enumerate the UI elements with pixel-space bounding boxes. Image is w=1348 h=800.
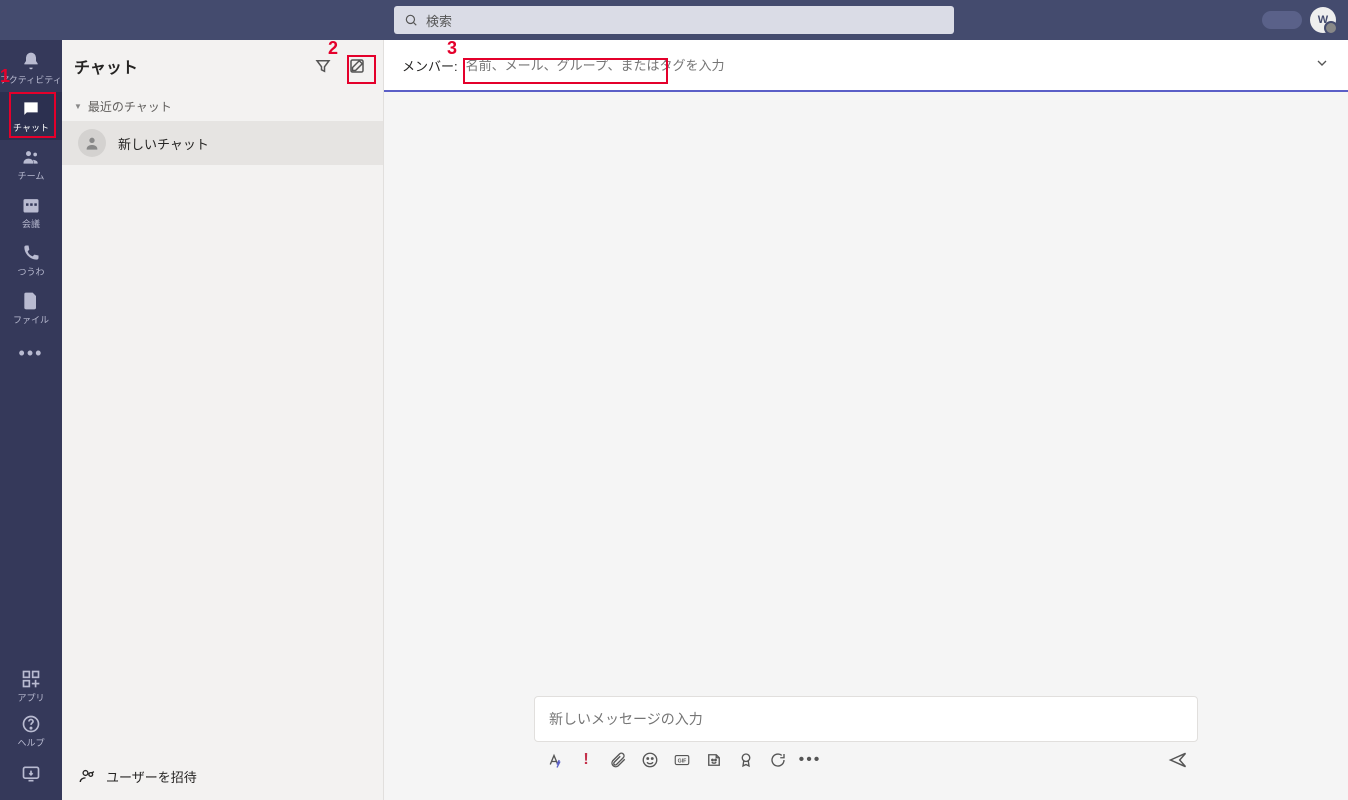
gif-icon: GIF: [673, 751, 691, 769]
title-right: W: [1262, 7, 1336, 33]
global-search[interactable]: 検索: [394, 6, 954, 34]
rail-activity-label: アクティビティ: [0, 73, 61, 86]
rail-chat[interactable]: チャット: [0, 92, 62, 140]
search-placeholder: 検索: [426, 11, 452, 30]
emoji-button[interactable]: [636, 746, 664, 774]
rail-files[interactable]: ファイル: [0, 284, 62, 332]
priority-button[interactable]: !: [572, 746, 600, 774]
invite-icon: [78, 767, 96, 785]
chevron-down-icon: ▼: [74, 102, 82, 111]
org-switcher[interactable]: [1262, 11, 1302, 29]
conversation-pane: メンバー: ! GIF: [384, 40, 1348, 800]
apps-icon: [21, 669, 41, 689]
format-text-icon: [545, 751, 563, 769]
download-icon: [21, 764, 41, 784]
rail-apps[interactable]: アプリ: [0, 664, 62, 709]
calendar-icon: [21, 195, 41, 215]
rail-meetings[interactable]: 会議: [0, 188, 62, 236]
member-input[interactable]: [466, 58, 1306, 73]
new-chat-button[interactable]: [343, 52, 371, 80]
phone-icon: [21, 243, 41, 263]
member-label: メンバー:: [402, 56, 458, 75]
title-bar: 検索 W: [0, 0, 1348, 40]
chat-list-title: チャット: [74, 54, 138, 78]
chat-avatar-placeholder: [78, 129, 106, 157]
rail-apps-label: アプリ: [17, 691, 44, 704]
conversation-body: [384, 92, 1348, 696]
bell-icon: [21, 51, 41, 71]
compose-input[interactable]: [535, 697, 1197, 741]
rail-more[interactable]: •••: [0, 332, 62, 374]
rail-files-label: ファイル: [13, 313, 49, 326]
app-rail: アクティビティ チャット チーム 会議 つうわ ファイル ••• アプリ: [0, 40, 62, 800]
rail-help[interactable]: ヘルプ: [0, 709, 62, 754]
rail-calls[interactable]: つうわ: [0, 236, 62, 284]
more-compose-button[interactable]: •••: [796, 746, 824, 774]
chevron-down-icon: [1314, 55, 1330, 71]
chat-icon: [21, 99, 41, 119]
rail-chat-label: チャット: [13, 121, 49, 134]
message-composer: [534, 696, 1198, 742]
compose-icon: [348, 57, 366, 75]
section-recent[interactable]: ▼ 最近のチャット: [62, 92, 383, 121]
expand-header[interactable]: [1314, 55, 1330, 76]
composer-toolbar: ! GIF •••: [534, 742, 1198, 782]
invite-users[interactable]: ユーザーを招待: [62, 752, 383, 800]
rail-calls-label: つうわ: [17, 265, 44, 278]
gif-button[interactable]: GIF: [668, 746, 696, 774]
composer-area: ! GIF •••: [384, 696, 1348, 800]
rail-team-label: チーム: [18, 169, 45, 182]
chat-row-new[interactable]: 新しいチャット: [62, 121, 383, 165]
svg-text:GIF: GIF: [678, 759, 688, 765]
people-icon: [21, 147, 41, 167]
sticker-button[interactable]: [700, 746, 728, 774]
send-button[interactable]: [1164, 746, 1192, 774]
attach-button[interactable]: [604, 746, 632, 774]
paperclip-icon: [609, 751, 627, 769]
loop-button[interactable]: [764, 746, 792, 774]
format-button[interactable]: [540, 746, 568, 774]
filter-button[interactable]: [309, 52, 337, 80]
rail-bottom: アプリ ヘルプ: [0, 664, 62, 794]
conversation-header: メンバー:: [384, 40, 1348, 92]
emoji-icon: [641, 751, 659, 769]
search-icon: [404, 13, 418, 27]
filter-icon: [314, 57, 332, 75]
rail-help-label: ヘルプ: [17, 736, 44, 749]
chat-list-actions: [309, 52, 371, 80]
praise-button[interactable]: [732, 746, 760, 774]
rail-activity[interactable]: アクティビティ: [0, 44, 62, 92]
file-icon: [21, 291, 41, 311]
profile-avatar[interactable]: W: [1310, 7, 1336, 33]
app-body: アクティビティ チャット チーム 会議 つうわ ファイル ••• アプリ: [0, 40, 1348, 800]
badge-icon: [737, 751, 755, 769]
chat-row-name: 新しいチャット: [118, 134, 209, 153]
loop-icon: [769, 751, 787, 769]
rail-meetings-label: 会議: [22, 217, 40, 230]
person-icon: [84, 135, 100, 151]
rail-download[interactable]: [0, 754, 62, 794]
invite-users-label: ユーザーを招待: [106, 767, 197, 786]
chat-list-panel: チャット ▼ 最近のチャット 新しいチャット ユーザーを招待: [62, 40, 384, 800]
sticker-icon: [705, 751, 723, 769]
send-icon: [1168, 750, 1188, 770]
section-recent-label: 最近のチャット: [88, 98, 172, 115]
rail-team[interactable]: チーム: [0, 140, 62, 188]
chat-list-header: チャット: [62, 40, 383, 92]
help-icon: [21, 714, 41, 734]
